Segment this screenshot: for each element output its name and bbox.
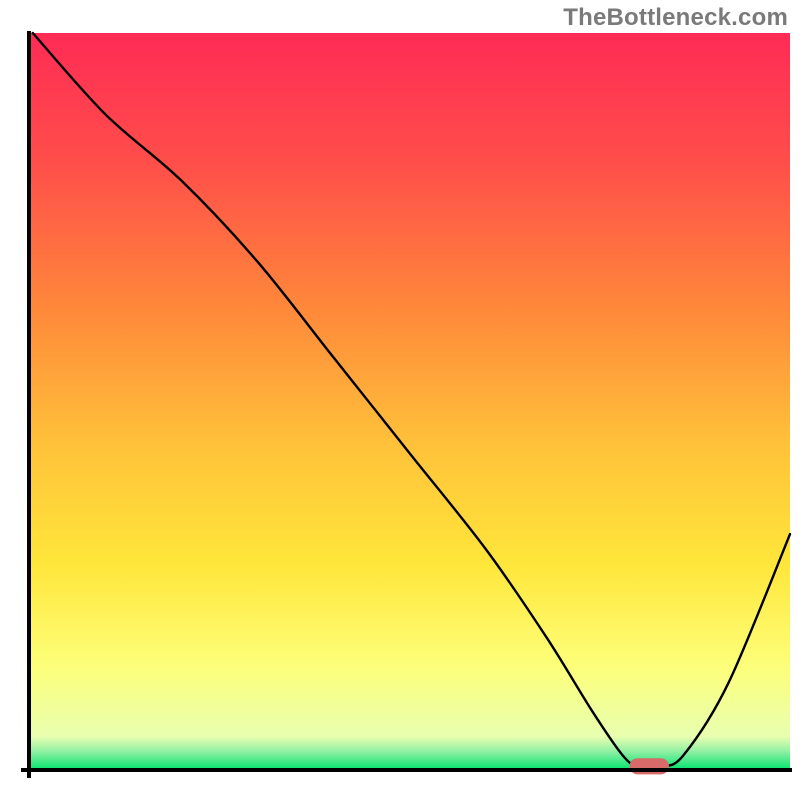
plot-background <box>29 33 790 770</box>
chart-container: TheBottleneck.com <box>0 0 800 800</box>
chart-svg <box>0 0 800 800</box>
watermark-text: TheBottleneck.com <box>563 4 788 32</box>
